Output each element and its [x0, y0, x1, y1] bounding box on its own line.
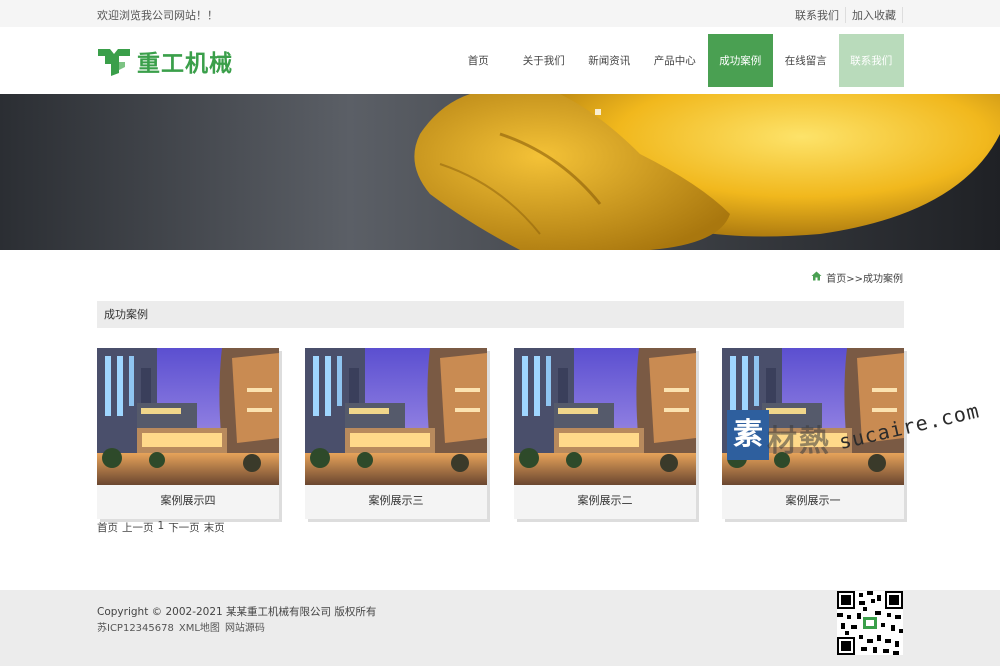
- case-image: [97, 348, 279, 485]
- add-favorite-link[interactable]: 加入收藏: [845, 7, 903, 23]
- nav-message[interactable]: 在线留言: [773, 34, 839, 87]
- contact-us-link[interactable]: 联系我们: [789, 7, 845, 23]
- top-links: 联系我们 加入收藏: [789, 7, 903, 23]
- nav-cases[interactable]: 成功案例: [707, 34, 773, 87]
- watermark-cjk: 材熱: [767, 424, 831, 459]
- breadcrumb-text[interactable]: 首页>>成功案例: [826, 270, 903, 285]
- section-title: 成功案例: [97, 301, 904, 328]
- logo-icon: [97, 46, 131, 76]
- footer-links: 苏ICP12345678 XML地图 网站源码: [97, 619, 265, 634]
- site-logo[interactable]: 重工机械: [97, 44, 233, 78]
- case-image: [305, 348, 487, 485]
- nav-home[interactable]: 首页: [446, 34, 512, 87]
- copyright-text: Copyright © 2002-2021 某某重工机械有限公司 版权所有: [97, 606, 377, 618]
- nav-about[interactable]: 关于我们: [511, 34, 577, 87]
- case-card[interactable]: 案例展示三: [305, 348, 487, 519]
- case-image: [514, 348, 696, 485]
- pager-last[interactable]: 末页: [204, 520, 225, 535]
- main-nav: 首页 关于我们 新闻资讯 产品中心 成功案例 在线留言 联系我们: [446, 34, 904, 87]
- top-bar: 欢迎浏览我公司网站！！ 联系我们 加入收藏: [0, 0, 1000, 27]
- watermark: 素 材熱 sucaire.com: [727, 398, 982, 472]
- pagination: 首页 上一页 1 下一页 末页: [97, 520, 225, 535]
- case-card[interactable]: 案例展示二: [514, 348, 696, 519]
- pager-current[interactable]: 1: [158, 520, 165, 535]
- watermark-badge: 素: [727, 410, 769, 460]
- pager-first[interactable]: 首页: [97, 520, 118, 535]
- hero-banner: [0, 94, 1000, 250]
- qr-code-icon: [837, 591, 903, 655]
- logo-text: 重工机械: [137, 51, 233, 77]
- case-caption[interactable]: 案例展示三: [305, 485, 487, 519]
- nav-products[interactable]: 产品中心: [642, 34, 708, 87]
- home-icon: [811, 271, 826, 284]
- icp-number[interactable]: 苏ICP12345678: [97, 619, 174, 634]
- case-caption[interactable]: 案例展示四: [97, 485, 279, 519]
- site-source-link[interactable]: 网站源码: [225, 619, 265, 634]
- case-caption[interactable]: 案例展示二: [514, 485, 696, 519]
- pager-next[interactable]: 下一页: [168, 520, 200, 535]
- xml-sitemap-link[interactable]: XML地图: [179, 619, 220, 634]
- nav-news[interactable]: 新闻资讯: [577, 34, 643, 87]
- welcome-text: 欢迎浏览我公司网站！！: [97, 9, 218, 22]
- breadcrumb: 首页>>成功案例: [811, 270, 903, 285]
- banner-image: [0, 94, 1000, 250]
- nav-contact[interactable]: 联系我们: [838, 34, 904, 87]
- site-header: 重工机械 首页 关于我们 新闻资讯 产品中心 成功案例 在线留言 联系我们: [0, 27, 1000, 94]
- case-caption[interactable]: 案例展示一: [722, 485, 904, 519]
- pager-prev[interactable]: 上一页: [122, 520, 154, 535]
- case-card[interactable]: 案例展示四: [97, 348, 279, 519]
